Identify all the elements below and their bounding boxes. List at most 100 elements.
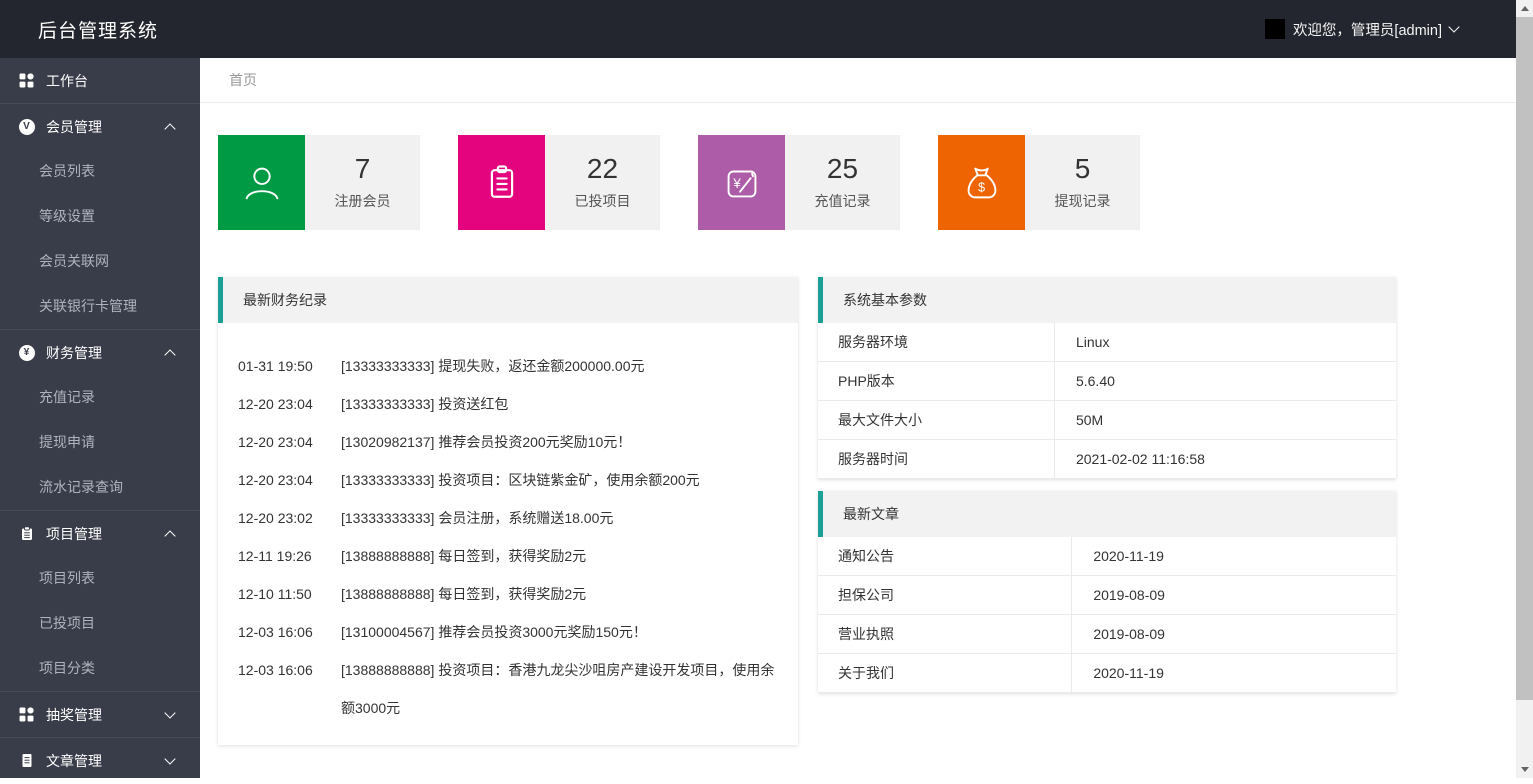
finance-record: 12-20 23:04 [13020982137] 推荐会员投资200元奖励10… [238, 423, 778, 461]
stat-card-withdraw-records[interactable]: $ 5 提现记录 [938, 135, 1140, 230]
article-title: 通知公告 [818, 537, 1072, 575]
sidebar-item-label: 抽奖管理 [46, 705, 102, 725]
system-params-panel: 系统基本参数 服务器环境 Linux PHP版本 5.6.40 最大文件大小 5… [818, 277, 1396, 479]
finance-record: 01-31 19:50 [13333333333] 提现失败，返还金额20000… [238, 347, 778, 385]
sidebar-group-finance: ¥ 财务管理 充值记录 提现申请 流水记录查询 [0, 330, 200, 511]
stat-card-recharge-records[interactable]: ¥ 25 充值记录 [698, 135, 900, 230]
stat-value: 25 [827, 154, 858, 183]
record-time: 12-20 23:04 [238, 385, 341, 423]
clipboard-icon [458, 135, 545, 230]
record-time: 12-20 23:04 [238, 423, 341, 461]
finance-records-list: 01-31 19:50 [13333333333] 提现失败，返还金额20000… [218, 323, 798, 745]
record-text: [13888888888] 每日签到，获得奖励2元 [341, 537, 778, 575]
record-text: [13333333333] 会员注册，系统赠送18.00元 [341, 499, 778, 537]
sidebar: 工作台 V 会员管理 会员列表 等级设置 会员关联网 关联银行卡管理 ¥ 财务管… [0, 58, 200, 778]
chevron-up-icon [164, 530, 175, 541]
finance-record: 12-03 16:06 [13888888888] 投资项目：香港九龙尖沙咀房产… [238, 651, 778, 727]
sidebar-item-label: 文章管理 [46, 751, 102, 771]
scroll-up-button[interactable] [1516, 0, 1533, 17]
table-row: PHP版本 5.6.40 [818, 362, 1396, 401]
record-text: [13100004567] 推荐会员投资3000元奖励150元！ [341, 613, 778, 651]
table-row: 服务器环境 Linux [818, 323, 1396, 362]
record-text: [13888888888] 投资项目：香港九龙尖沙咀房产建设开发项目，使用余额3… [341, 651, 778, 727]
sidebar-item-level-settings[interactable]: 等级设置 [0, 194, 200, 239]
record-time: 12-20 23:04 [238, 461, 341, 499]
sidebar-group-projects: 项目管理 项目列表 已投项目 项目分类 [0, 511, 200, 692]
param-value: Linux [1055, 323, 1396, 361]
sidebar-item-member-list[interactable]: 会员列表 [0, 149, 200, 194]
table-row[interactable]: 营业执照 2019-08-09 [818, 615, 1396, 654]
breadcrumb: 首页 [200, 58, 1516, 103]
stat-label: 提现记录 [1055, 191, 1111, 211]
table-row[interactable]: 通知公告 2020-11-19 [818, 537, 1396, 576]
project-icon [18, 525, 35, 542]
record-time: 12-03 16:06 [238, 651, 341, 727]
record-time: 12-10 11:50 [238, 575, 341, 613]
stat-label: 注册会员 [335, 191, 391, 211]
param-label: 最大文件大小 [818, 401, 1055, 439]
sidebar-item-member-network[interactable]: 会员关联网 [0, 239, 200, 284]
panel-title: 系统基本参数 [818, 277, 1396, 323]
record-time: 12-20 23:02 [238, 499, 341, 537]
sidebar-item-lottery-management[interactable]: 抽奖管理 [0, 692, 200, 737]
sidebar-item-project-categories[interactable]: 项目分类 [0, 646, 200, 691]
scroll-down-button[interactable] [1516, 761, 1533, 778]
table-row[interactable]: 关于我们 2020-11-19 [818, 654, 1396, 693]
sidebar-group-articles: 文章管理 [0, 738, 200, 784]
record-time: 01-31 19:50 [238, 347, 341, 385]
finance-record: 12-20 23:04 [13333333333] 投资项目：区块链紫金矿，使用… [238, 461, 778, 499]
param-value: 5.6.40 [1055, 362, 1396, 400]
table-row[interactable]: 担保公司 2019-08-09 [818, 576, 1396, 615]
user-menu[interactable]: 欢迎您，管理员[admin] [1265, 0, 1458, 58]
main-content: 首页 7 注册会员 [200, 58, 1516, 778]
scroll-up-icon [1521, 6, 1529, 11]
param-label: 服务器时间 [818, 440, 1055, 478]
sidebar-item-project-management[interactable]: 项目管理 [0, 511, 200, 556]
chevron-down-icon [164, 707, 175, 718]
sidebar-item-bank-card-management[interactable]: 关联银行卡管理 [0, 284, 200, 329]
param-value: 50M [1055, 401, 1396, 439]
stat-label: 充值记录 [815, 191, 871, 211]
finance-records-panel: 最新财务纪录 01-31 19:50 [13333333333] 提现失败，返还… [218, 277, 798, 745]
record-text: [13333333333] 投资送红包 [341, 385, 778, 423]
stat-label: 已投项目 [575, 191, 631, 211]
table-row: 最大文件大小 50M [818, 401, 1396, 440]
recharge-icon: ¥ [698, 135, 785, 230]
sidebar-item-label: 会员管理 [46, 117, 102, 137]
sidebar-item-invested-projects[interactable]: 已投项目 [0, 601, 200, 646]
finance-record: 12-20 23:04 [13333333333] 投资送红包 [238, 385, 778, 423]
record-time: 12-11 19:26 [238, 537, 341, 575]
stat-card-invested-projects[interactable]: 22 已投项目 [458, 135, 660, 230]
sidebar-item-transaction-query[interactable]: 流水记录查询 [0, 465, 200, 510]
lottery-icon [18, 706, 35, 723]
sidebar-item-recharge-records[interactable]: 充值记录 [0, 375, 200, 420]
svg-text:$: $ [978, 180, 985, 194]
sidebar-item-label: 项目管理 [46, 524, 102, 544]
breadcrumb-home-link[interactable]: 首页 [229, 70, 257, 90]
stat-card-registered-members[interactable]: 7 注册会员 [218, 135, 420, 230]
sidebar-item-label: 工作台 [46, 71, 88, 91]
record-text: [13333333333] 提现失败，返还金额200000.00元 [341, 347, 778, 385]
chevron-down-icon [1448, 21, 1459, 32]
sidebar-item-workbench[interactable]: 工作台 [0, 58, 200, 103]
param-value: 2021-02-02 11:16:58 [1055, 440, 1396, 478]
panel-title: 最新文章 [818, 491, 1396, 537]
stat-value: 5 [1075, 154, 1091, 183]
sidebar-item-label: 财务管理 [46, 343, 102, 363]
console-icon [18, 72, 35, 89]
sidebar-item-article-management[interactable]: 文章管理 [0, 738, 200, 783]
stat-card-info: 25 充值记录 [785, 135, 900, 230]
welcome-text: 欢迎您，管理员[admin] [1293, 19, 1442, 40]
sidebar-item-withdraw-requests[interactable]: 提现申请 [0, 420, 200, 465]
vertical-scrollbar[interactable] [1516, 0, 1533, 778]
sidebar-item-project-list[interactable]: 项目列表 [0, 556, 200, 601]
sidebar-item-finance-management[interactable]: ¥ 财务管理 [0, 330, 200, 375]
article-title: 营业执照 [818, 615, 1072, 653]
article-date: 2019-08-09 [1072, 576, 1396, 614]
record-text: [13020982137] 推荐会员投资200元奖励10元！ [341, 423, 778, 461]
sidebar-item-member-management[interactable]: V 会员管理 [0, 104, 200, 149]
table-row: 服务器时间 2021-02-02 11:16:58 [818, 440, 1396, 479]
user-icon [218, 135, 305, 230]
latest-articles-table: 通知公告 2020-11-19 担保公司 2019-08-09 营业执照 201… [818, 537, 1396, 693]
scrollbar-thumb[interactable] [1516, 17, 1533, 700]
